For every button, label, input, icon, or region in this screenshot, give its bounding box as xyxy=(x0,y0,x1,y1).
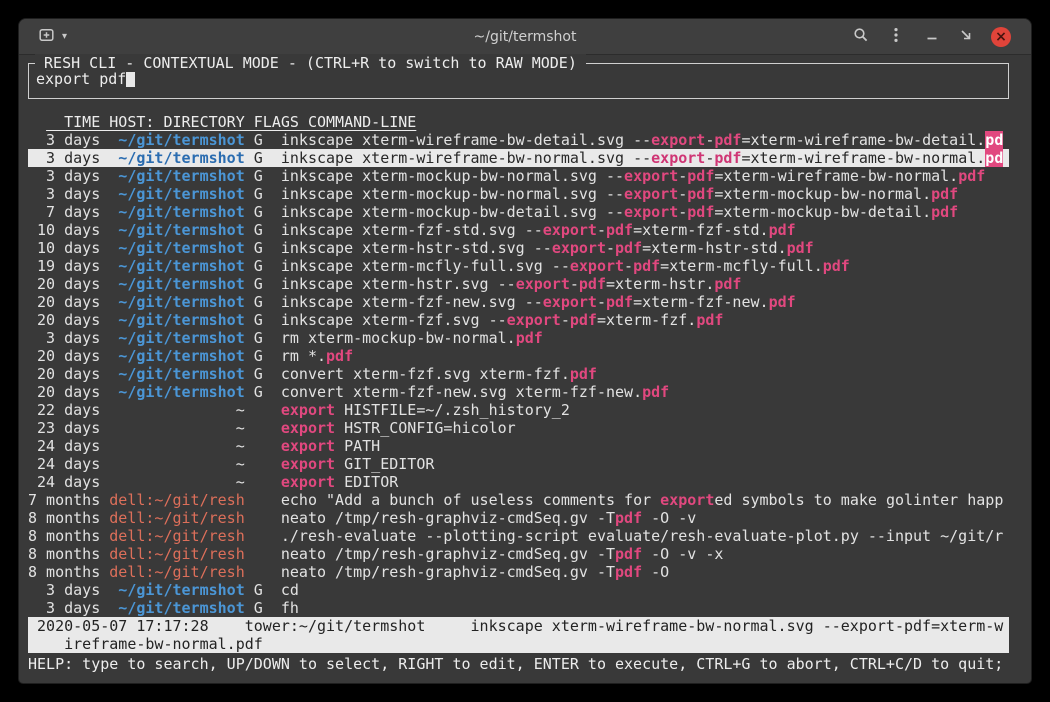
kebab-menu-icon xyxy=(893,27,899,46)
history-row[interactable]: 3 days ~/git/termshot G inkscape xterm-w… xyxy=(28,131,1009,149)
history-row[interactable]: 20 days ~/git/termshot G rm *.pdf xyxy=(28,347,1009,365)
caret-down-icon[interactable]: ▾ xyxy=(62,32,67,42)
history-row[interactable]: 24 days ~ export GIT_EDITOR xyxy=(28,455,1009,473)
history-row[interactable]: 3 days ~/git/termshot G cd xyxy=(28,581,1009,599)
new-tab-icon xyxy=(39,27,56,46)
history-row[interactable]: 20 days ~/git/termshot G inkscape xterm-… xyxy=(28,275,1009,293)
history-row[interactable]: 8 months dell:~/git/resh ./resh-evaluate… xyxy=(28,527,1009,545)
history-row[interactable]: 20 days ~/git/termshot G inkscape xterm-… xyxy=(28,311,1009,329)
text-cursor xyxy=(126,71,135,87)
history-row[interactable]: 24 days ~ export EDITOR xyxy=(28,473,1009,491)
history-row[interactable]: 24 days ~ export PATH xyxy=(28,437,1009,455)
search-box[interactable]: RESH CLI - CONTEXTUAL MODE - (CTRL+R to … xyxy=(28,63,1009,99)
table-header: TIME HOST: DIRECTORY FLAGS COMMAND-LINE xyxy=(28,113,1009,131)
table-header-text: TIME HOST: DIRECTORY FLAGS COMMAND-LINE xyxy=(46,113,416,131)
history-row[interactable]: 19 days ~/git/termshot G inkscape xterm-… xyxy=(28,257,1009,275)
detail-panel: 2020-05-07 17:17:28 tower:~/git/termshot… xyxy=(28,617,1009,653)
new-tab-button[interactable] xyxy=(39,27,56,46)
terminal-screen: RESH CLI - CONTEXTUAL MODE - (CTRL+R to … xyxy=(19,55,1009,673)
restore-icon xyxy=(959,28,973,45)
history-row[interactable]: 8 months dell:~/git/resh neato /tmp/resh… xyxy=(28,509,1009,527)
magnifier-icon xyxy=(853,27,869,46)
history-row[interactable]: 20 days ~/git/termshot G convert xterm-f… xyxy=(28,383,1009,401)
history-row[interactable]: 8 months dell:~/git/resh neato /tmp/resh… xyxy=(28,545,1009,563)
search-button[interactable] xyxy=(853,27,869,46)
history-row[interactable]: 3 days ~/git/termshot G inkscape xterm-m… xyxy=(28,167,1009,185)
search-query-text: export pdf xyxy=(36,70,126,88)
history-row[interactable]: 10 days ~/git/termshot G inkscape xterm-… xyxy=(28,221,1009,239)
history-row[interactable]: 7 months dell:~/git/resh echo "Add a bun… xyxy=(28,491,1009,509)
search-box-title: RESH CLI - CONTEXTUAL MODE - (CTRL+R to … xyxy=(35,54,586,72)
help-bar: HELP: type to search, UP/DOWN to select,… xyxy=(28,653,1009,673)
history-rows: 3 days ~/git/termshot G inkscape xterm-w… xyxy=(28,131,1009,617)
history-row[interactable]: 3 days ~/git/termshot G inkscape xterm-m… xyxy=(28,185,1009,203)
close-icon: × xyxy=(995,30,1007,44)
restore-button[interactable] xyxy=(959,28,973,45)
titlebar[interactable]: ▾ ~/git/termshot xyxy=(19,19,1031,55)
history-row[interactable]: 10 days ~/git/termshot G inkscape xterm-… xyxy=(28,239,1009,257)
history-row[interactable]: 23 days ~ export HSTR_CONFIG=hicolor xyxy=(28,419,1009,437)
detail-line: 2020-05-07 17:17:28 tower:~/git/termshot… xyxy=(28,617,1009,635)
history-row[interactable]: 3 days ~/git/termshot G fh xyxy=(28,599,1009,617)
minimize-button[interactable] xyxy=(925,28,939,45)
close-button[interactable]: × xyxy=(991,27,1011,47)
terminal-window: ▾ ~/git/termshot xyxy=(18,18,1032,684)
window-controls: × xyxy=(853,27,1011,47)
history-row[interactable]: 7 days ~/git/termshot G inkscape xterm-m… xyxy=(28,203,1009,221)
history-row[interactable]: 8 months dell:~/git/resh neato /tmp/resh… xyxy=(28,563,1009,581)
detail-line: ireframe-bw-normal.pdf xyxy=(28,635,1009,653)
history-row[interactable]: 20 days ~/git/termshot G convert xterm-f… xyxy=(28,365,1009,383)
tab-controls: ▾ xyxy=(39,27,67,46)
history-row[interactable]: 22 days ~ export HISTFILE=~/.zsh_history… xyxy=(28,401,1009,419)
history-row[interactable]: 20 days ~/git/termshot G inkscape xterm-… xyxy=(28,293,1009,311)
menu-button[interactable] xyxy=(893,27,899,46)
minimize-icon xyxy=(925,28,939,45)
history-row[interactable]: 3 days ~/git/termshot G rm xterm-mockup-… xyxy=(28,329,1009,347)
history-row[interactable]: 3 days ~/git/termshot G inkscape xterm-w… xyxy=(28,149,1009,167)
